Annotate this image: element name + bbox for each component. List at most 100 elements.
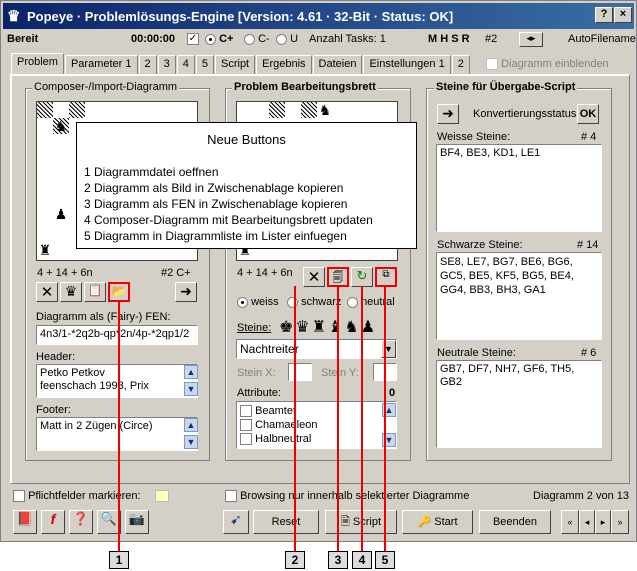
refresh-icon[interactable]: ↻ [351,267,373,287]
camera-icon[interactable]: 📷 [125,510,149,534]
fen-label: Diagramm als (Fairy-) FEN: [36,311,171,323]
scroll-down-icon[interactable]: ▼ [184,382,198,396]
timer-checkbox[interactable]: ✓ [187,33,199,46]
scroll-up-icon[interactable]: ▲ [184,365,198,379]
attr-count: 0 [389,387,396,399]
conv-status[interactable]: OK [577,104,599,124]
neutral-label: Neutrale Steine: [437,347,516,359]
start-button[interactable]: 🔑 Start [402,510,473,534]
footer-label: Footer: [36,404,71,416]
insert-list-icon[interactable]: ⧉ [375,267,397,287]
callout-2: 2 [285,551,305,569]
last-icon[interactable]: » [611,510,629,534]
list-item[interactable]: Chamaeleon [240,418,393,432]
autofilename: AutoFilename [568,33,636,45]
black-label: Schwarze Steine: [437,239,523,251]
header-field[interactable]: Petko Petkov feenschach 1993, Prix [36,364,198,398]
prev-icon[interactable]: ◂ [579,510,595,534]
crown-icon[interactable]: ♛ [60,282,82,302]
callout-line [361,286,363,551]
stein-x-field[interactable] [288,363,312,381]
beenden-button[interactable]: Beenden [479,510,551,534]
white-label: Weisse Steine: [437,131,511,143]
tab-5[interactable]: 5 [195,55,214,75]
popup-line: 4 Composer-Diagramm mit Bearbeitungsbret… [84,213,373,227]
tab-8[interactable]: Dateien [312,55,363,75]
book-icon[interactable]: 📕 [13,510,37,534]
white-pieces[interactable]: BF4, BE3, KD1, LE1 [436,144,602,232]
goal-stepper[interactable]: ◂▸ [519,32,543,47]
mhsr-flags: M H S R [428,33,470,45]
footer-field[interactable]: Matt in 2 Zügen (Circe) [36,417,198,451]
color-swatch[interactable] [155,490,169,502]
header-label: Header: [36,351,76,363]
editor-title: Problem Bearbeitungsbrett [232,81,378,93]
stein-x-label: Stein X: [237,367,276,379]
pointer-icon[interactable]: ➹ [223,510,249,534]
crown-icon: ♛ [7,8,21,25]
list-item[interactable]: Halbneutral [240,432,393,446]
neutral-pieces[interactable]: GB7, DF7, NH7, GF6, TH5, GB2 [436,360,602,448]
folder-open-icon[interactable]: 📂 [108,282,130,302]
fen-field[interactable]: 4n3/1-*2q2b-qp*2n/4p-*2qp1/2 [36,325,198,345]
callout-line [384,286,386,551]
clear-icon[interactable]: ✕ [36,282,58,302]
piece-icon: ♜ [38,242,52,258]
help-doc-icon[interactable]: ❓ [69,510,93,534]
radio-u[interactable]: U [276,33,298,45]
tab-7[interactable]: Ergebnis [256,55,312,75]
piece-select[interactable]: Nachtreiter [236,339,397,359]
radio-cplus[interactable]: C+ [205,33,233,45]
composer-stip: #2 C+ [161,267,191,279]
tab-9[interactable]: Einstellungen 1 [363,55,451,75]
composer-count: 4 + 14 + 6n [37,267,93,279]
popup-line: 2 Diagramm als Bild in Zwischenablage ko… [84,181,344,195]
attribute-list[interactable]: Beamtet Chamaeleon Halbneutral [236,401,397,449]
radio-white[interactable]: weiss [237,296,279,308]
radio-cminus[interactable]: C- [244,33,270,45]
reset-button[interactable]: Reset [253,510,319,534]
status-state: Bereit [7,33,39,45]
tab-1[interactable]: Parameter 1 [64,55,138,75]
clear-icon[interactable]: ✕ [303,267,325,287]
clipboard-icon[interactable]: 📋 [84,282,106,302]
list-item[interactable]: Beamtet [240,404,393,418]
tab-0[interactable]: Problem [11,53,64,75]
first-icon[interactable]: « [561,510,579,534]
radio-neutral[interactable]: neutral [347,296,395,308]
browsing-checkbox[interactable]: Browsing nur innerhalb selektierter Diag… [225,490,469,503]
popup-title: Neue Buttons [207,132,286,147]
script-title: Steine für Übergabe-Script [434,81,578,93]
help-button[interactable]: ? [595,7,613,23]
next-icon[interactable]: ▸ [595,510,611,534]
diagram-toggle[interactable]: Diagramm einblenden [486,58,609,71]
callout-1: 1 [109,551,129,569]
pflicht-checkbox[interactable]: Pflichtfelder markieren: [13,490,141,503]
font-icon[interactable]: f [41,510,65,534]
main-window: ♛ Popeye · Problemlösungs-Engine [Versio… [0,0,637,542]
neutral-count: # 6 [581,347,597,359]
copy-image-icon[interactable]: 🗐 [327,267,349,287]
callout-line [337,286,339,551]
pawn-icon: ♟ [54,206,68,222]
key-icon: 🔑 [417,516,432,528]
piece-icon: ♞ [54,118,68,134]
callout-5: 5 [375,551,395,569]
tab-3[interactable]: 3 [157,55,176,75]
scroll-up-icon[interactable]: ▲ [184,418,198,432]
tab-6[interactable]: Script [215,55,256,75]
black-pieces[interactable]: SE8, LE7, BG7, BE6, BG6, GC5, BE5, KF5, … [436,252,602,340]
attr-label: Attribute: [237,387,282,399]
close-button[interactable]: × [614,7,632,23]
composer-title: Composer-/Import-Diagramm [32,81,180,93]
arrow-right-icon[interactable]: ➜ [175,282,197,302]
document-icon: 🗎 [340,516,350,528]
tab-4[interactable]: 4 [176,55,195,75]
popup-line: 1 Diagrammdatei oeffnen [84,165,219,179]
arrow-right-icon[interactable]: ➜ [437,104,459,124]
callout-line [118,300,120,551]
scroll-down-icon[interactable]: ▼ [184,435,198,449]
goal-label: #2 [485,33,498,45]
tab-10[interactable]: 2 [451,55,470,75]
tab-2[interactable]: 2 [138,55,157,75]
